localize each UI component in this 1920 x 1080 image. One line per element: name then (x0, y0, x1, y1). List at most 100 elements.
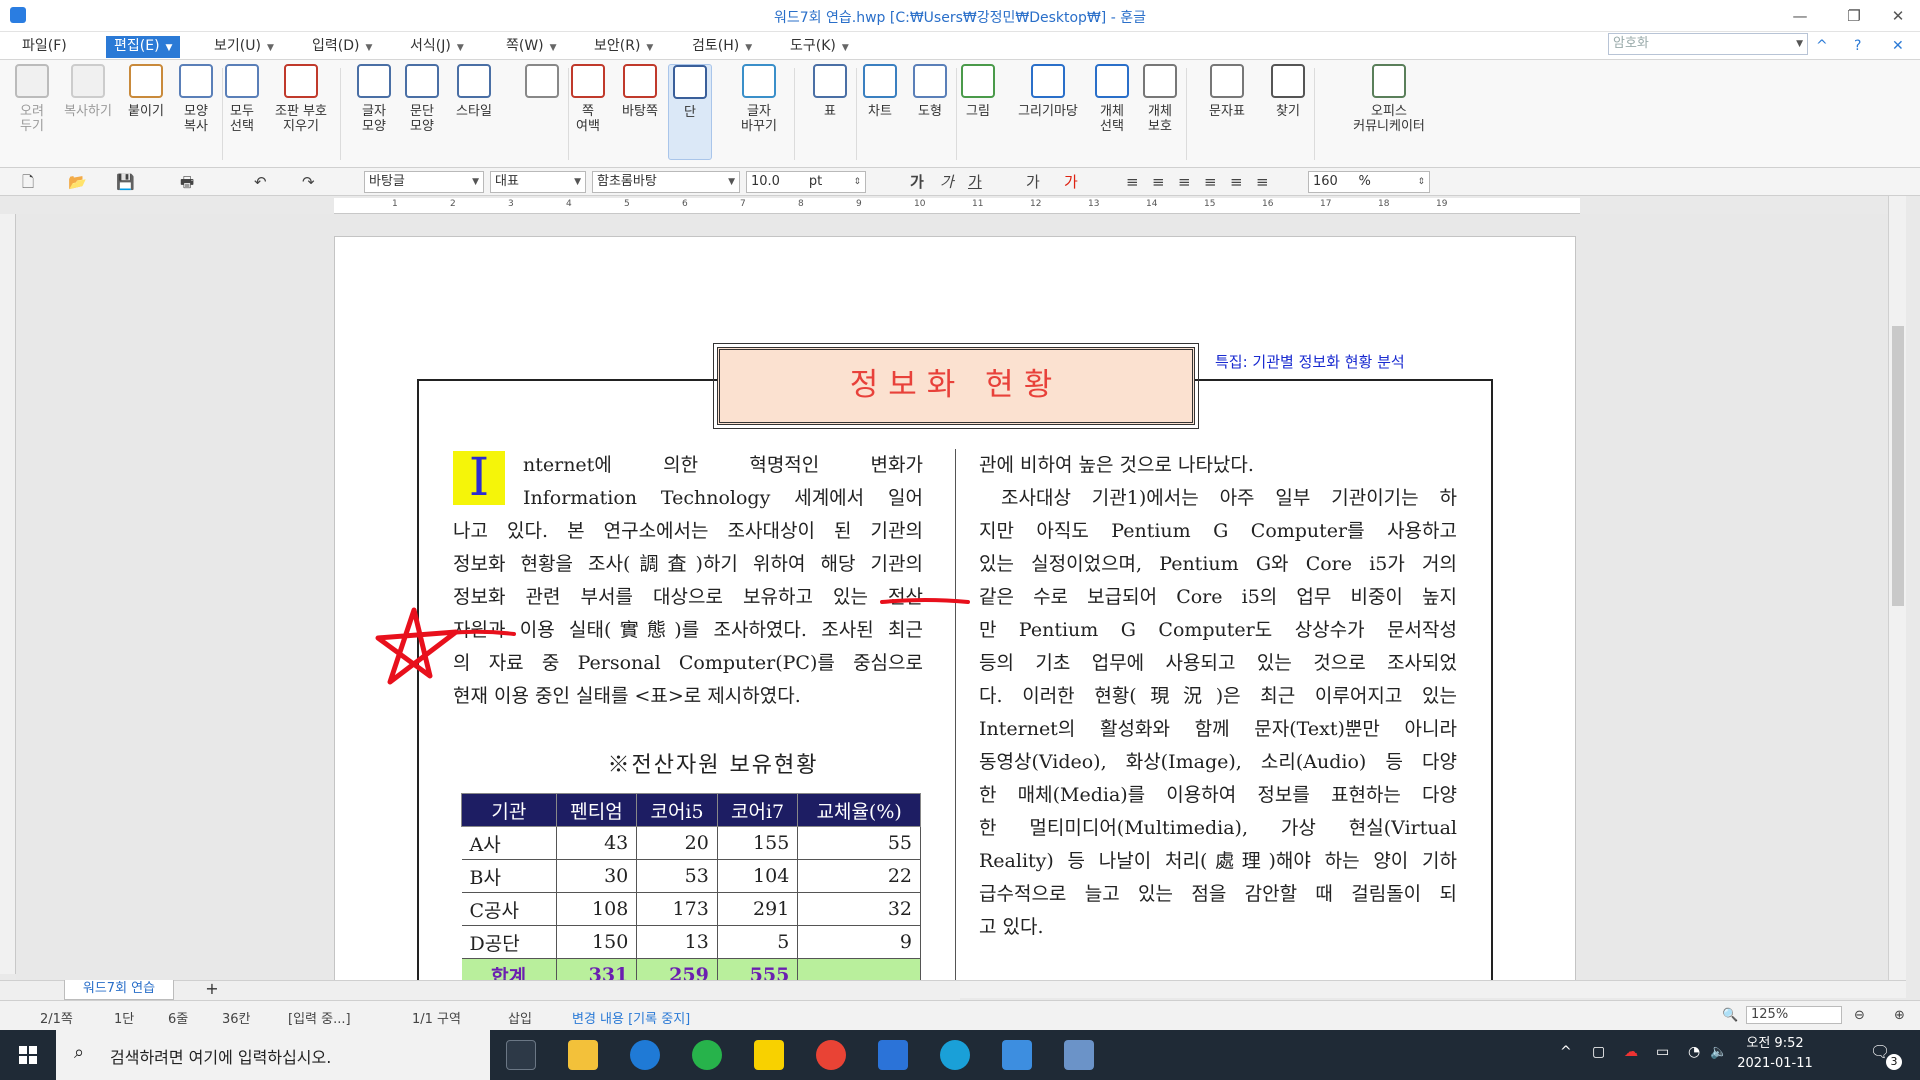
align-center-icon[interactable]: ≡ (1178, 172, 1191, 192)
document-page[interactable]: 정보화 현황 특집: 기관별 정보화 현황 분석 I nternet에 의한 혁… (334, 236, 1576, 996)
table-cell[interactable]: 13 (636, 925, 718, 959)
menu-format[interactable]: 서식(J) ▼ (402, 36, 472, 58)
add-tab-button[interactable]: + (200, 980, 224, 1000)
taskbar-clock[interactable]: 오전 9:52 2021-01-11 (1730, 1034, 1820, 1074)
ribbon-button-master-page[interactable]: 바탕쪽 (614, 64, 666, 160)
table-cell[interactable]: 32 (797, 892, 921, 926)
chrome-icon[interactable] (816, 1040, 846, 1070)
ribbon-button-copy[interactable]: 복사하기 (54, 64, 122, 160)
menu-edit[interactable]: 편집(E) ▼ (106, 36, 181, 58)
table-cell[interactable]: A사 (461, 826, 557, 860)
font-select[interactable]: 함초롬바탕 ▼ (592, 171, 740, 193)
menu-view[interactable]: 보기(U) ▼ (206, 36, 282, 58)
open-folder-icon[interactable]: 📂 (68, 172, 87, 192)
undo-icon[interactable]: ↶ (254, 172, 267, 192)
ribbon-button-object-select[interactable]: 개체 선택 (1092, 64, 1132, 160)
italic-icon[interactable]: 가 (940, 172, 954, 192)
menu-review[interactable]: 검토(H) ▼ (684, 36, 760, 58)
kakaotalk-icon[interactable] (754, 1040, 784, 1070)
align-right-icon[interactable]: ≡ (1204, 172, 1217, 192)
new-document-icon[interactable]: 🗋 (22, 172, 34, 192)
table-cell[interactable]: 55 (797, 826, 921, 860)
resources-table[interactable]: 기관 펜티엄 코어i5 코어i7 교체율(%) A사 43 20 155 55 B사 30 53 104… (461, 793, 921, 992)
menu-file[interactable]: 파일(F) (14, 36, 75, 58)
minimize-button[interactable]: — (1780, 4, 1820, 28)
zoom-out-icon[interactable]: ⊖ (1854, 1008, 1865, 1023)
internet-explorer-icon[interactable] (630, 1040, 660, 1070)
horizontal-ruler[interactable]: 1 2 3 4 5 6 7 8 9 10 11 12 13 14 15 16 17 18 19 (334, 198, 1580, 214)
table-cell[interactable]: 104 (717, 859, 799, 893)
ribbon-button-style[interactable]: 스타일 (450, 64, 498, 160)
table-cell[interactable]: C공사 (461, 892, 557, 926)
align-justify-icon[interactable]: ≡ (1126, 172, 1139, 192)
font-size-input[interactable]: 10.0 pt ⇕ (746, 171, 866, 193)
document-tab[interactable]: 워드7회 연습 (64, 980, 174, 1000)
table-cell[interactable]: B사 (461, 859, 557, 893)
style-select[interactable]: 바탕글 ▼ (364, 171, 484, 193)
task-view-icon[interactable] (506, 1040, 536, 1070)
hwp-viewer-taskbar-icon[interactable] (1064, 1040, 1094, 1070)
windows-start-icon[interactable] (0, 1030, 56, 1080)
restore-button[interactable]: ❐ (1834, 4, 1874, 28)
phone-app-icon[interactable] (878, 1040, 908, 1070)
print-icon[interactable]: 🖶 (180, 172, 194, 192)
ribbon-button-char-replace[interactable]: 글자 바꾸기 (730, 64, 788, 160)
table-cell[interactable]: 43 (556, 826, 638, 860)
edge-icon[interactable] (940, 1040, 970, 1070)
horizontal-scrollbar[interactable] (960, 980, 1906, 998)
status-track-changes[interactable]: 변경 내용 [기록 중지] (572, 1008, 690, 1027)
ribbon-button-chart[interactable]: 차트 (860, 64, 900, 160)
table-cell[interactable]: 22 (797, 859, 921, 893)
ribbon-button-shape[interactable]: 도형 (910, 64, 950, 160)
tray-cloud-icon[interactable]: ☁ (1624, 1044, 1638, 1060)
green-app-icon[interactable] (692, 1040, 722, 1070)
tray-volume-icon[interactable]: 🔈 (1710, 1044, 1727, 1060)
menu-insert[interactable]: 입력(D) ▼ (304, 36, 380, 58)
font-color-icon[interactable]: 가 (1064, 172, 1078, 192)
zoom-icon[interactable]: 🔍 (1722, 1008, 1738, 1023)
ribbon-button-symbol[interactable]: 문자표 (1202, 64, 1252, 160)
zoom-in-icon[interactable]: ⊕ (1894, 1008, 1905, 1023)
ribbon-button-scissors[interactable]: 오려 두기 (12, 64, 52, 160)
vertical-ruler[interactable] (0, 214, 16, 974)
ribbon-button-find[interactable]: 찾기 (1268, 64, 1308, 160)
table-cell[interactable]: 291 (717, 892, 799, 926)
language-select[interactable]: 대표 ▼ (490, 171, 586, 193)
align-distribute-icon[interactable]: ≡ (1230, 172, 1243, 192)
tray-device-icon[interactable]: ▢ (1592, 1044, 1605, 1060)
taskbar-search-input[interactable]: ⌕ 검색하려면 여기에 입력하십시오. (56, 1030, 490, 1080)
table-cell[interactable]: 5 (717, 925, 799, 959)
tray-battery-icon[interactable]: ▭ (1656, 1044, 1669, 1060)
ribbon-button-picture[interactable]: 그림 (958, 64, 998, 160)
ribbon-button-columns[interactable]: 단 (668, 64, 712, 160)
strike-icon[interactable]: 가 (1026, 172, 1040, 192)
ribbon-button-char-shape[interactable]: 글자 모양 (354, 64, 394, 160)
ribbon-button-select-all[interactable]: 모두 선택 (222, 64, 262, 160)
table-cell[interactable]: 30 (556, 859, 638, 893)
search-input[interactable]: 암호화 ▼ (1608, 33, 1808, 55)
file-explorer-icon[interactable] (568, 1040, 598, 1070)
zoom-select[interactable]: 125% (1746, 1006, 1842, 1024)
table-cell[interactable]: 108 (556, 892, 638, 926)
status-insert[interactable]: 삽입 (508, 1008, 532, 1027)
ribbon-button-communicator[interactable]: 오피스 커뮤니케이터 (1334, 64, 1444, 160)
ribbon-button-clear-codes[interactable]: 조판 부호 지우기 (268, 64, 334, 160)
scroll-thumb[interactable] (1892, 326, 1904, 606)
help-button[interactable]: ? (1846, 36, 1869, 58)
line-spacing-input[interactable]: 160 % ⇕ (1308, 171, 1430, 193)
tray-chevron-icon[interactable]: ^ (1560, 1044, 1572, 1060)
menu-tools[interactable]: 도구(K) ▼ (782, 36, 857, 58)
tray-network-icon[interactable]: ◔ (1688, 1044, 1700, 1060)
table-cell[interactable]: D공단 (461, 925, 557, 959)
ribbon-button-page-margin[interactable]: 쪽 여백 (566, 64, 610, 160)
bold-icon[interactable]: 가 (910, 172, 924, 192)
table-cell[interactable]: 173 (636, 892, 718, 926)
hwp-taskbar-icon[interactable] (1002, 1040, 1032, 1070)
ribbon-button-paste[interactable]: 붙이기 (122, 64, 170, 160)
align-left-icon[interactable]: ≡ (1152, 172, 1165, 192)
save-icon[interactable]: 💾 (116, 172, 135, 192)
table-cell[interactable]: 150 (556, 925, 638, 959)
underline-icon[interactable]: 가 (968, 172, 982, 192)
menu-page[interactable]: 쪽(W) ▼ (498, 36, 565, 58)
ribbon-button-clipart[interactable]: 그리기마당 (1008, 64, 1088, 160)
